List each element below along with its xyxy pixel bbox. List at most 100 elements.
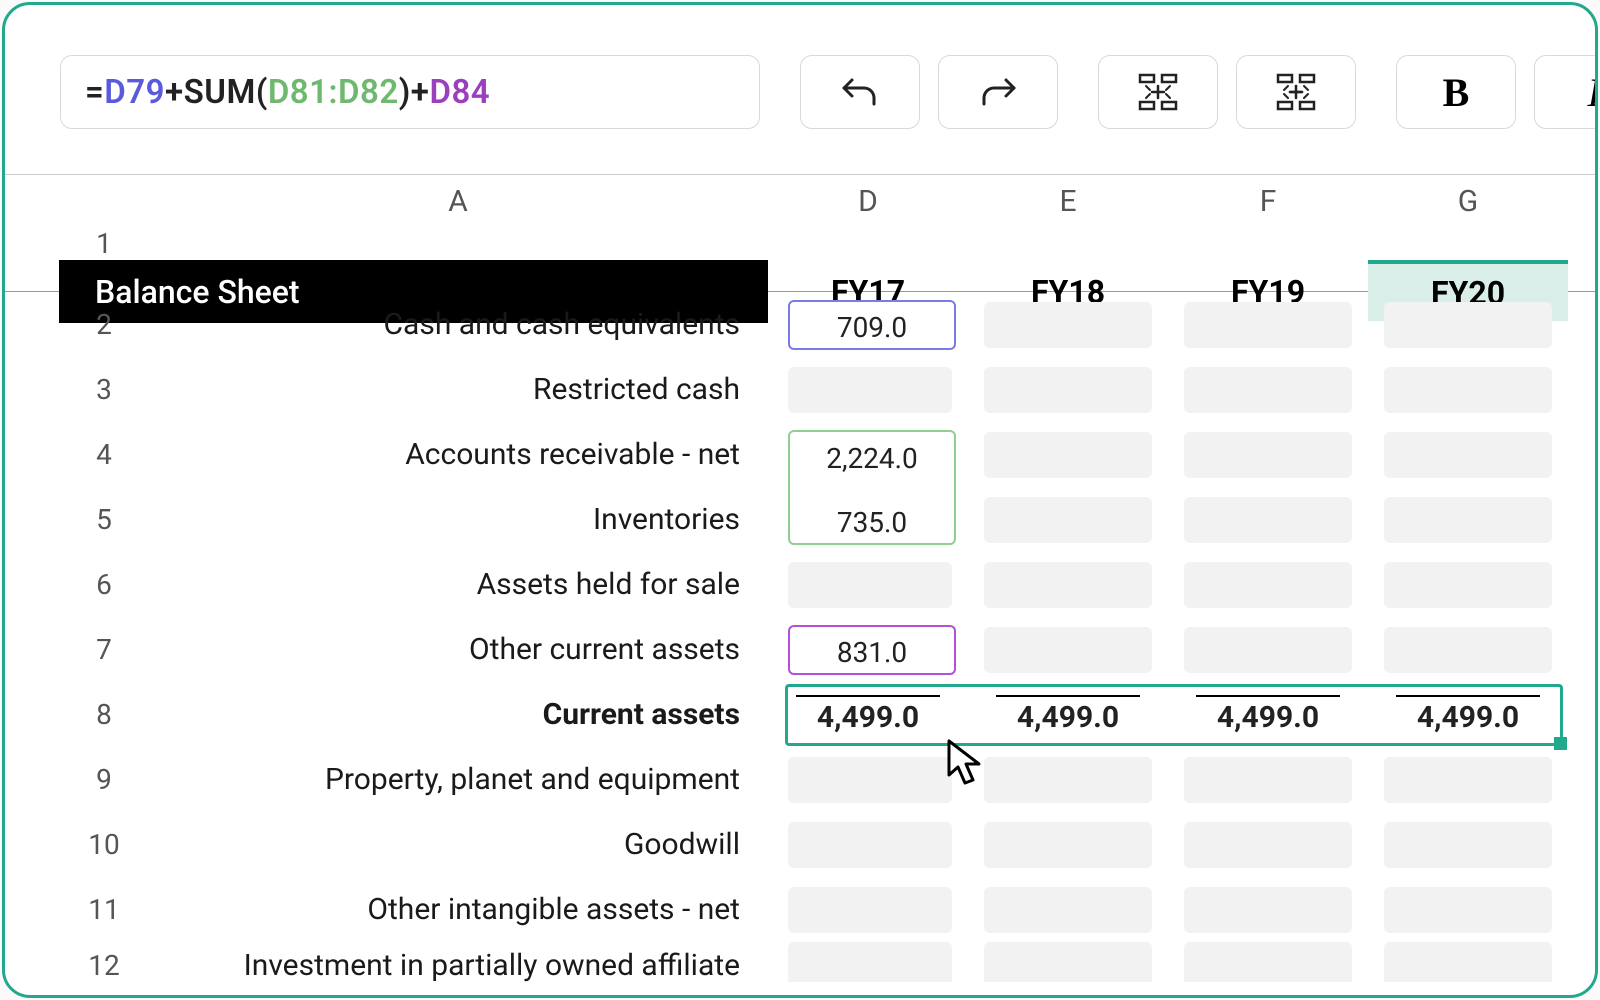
cell-e3[interactable] — [984, 367, 1152, 413]
cell-f5[interactable] — [1184, 497, 1352, 543]
label-investment[interactable]: Investment in partially owned affiliate — [148, 948, 768, 983]
formula-close-paren: ) — [399, 73, 411, 112]
cell-d8[interactable]: 4,499.0 — [796, 695, 940, 735]
row-5: 5 Inventories — [5, 487, 1595, 552]
rows-container: 1 Balance Sheet FY17 FY18 FY19 FY20 2 Ca… — [5, 227, 1595, 982]
col-header-d[interactable]: D — [768, 184, 968, 219]
undo-button[interactable] — [800, 55, 920, 129]
rownum-5[interactable]: 5 — [60, 503, 148, 536]
rownum-8[interactable]: 8 — [60, 698, 148, 731]
cell-d6[interactable] — [788, 562, 952, 608]
row-12: 12 Investment in partially owned affilia… — [5, 942, 1595, 982]
cell-g10[interactable] — [1384, 822, 1552, 868]
label-cash[interactable]: Cash and cash equivalents — [148, 307, 768, 342]
rownum-4[interactable]: 4 — [60, 438, 148, 471]
cell-g3[interactable] — [1384, 367, 1552, 413]
cell-d4[interactable] — [788, 432, 952, 478]
cell-f2[interactable] — [1184, 302, 1352, 348]
cell-e12[interactable] — [984, 942, 1152, 982]
rownum-11[interactable]: 11 — [60, 893, 148, 926]
cell-g2[interactable] — [1384, 302, 1552, 348]
cell-f6[interactable] — [1184, 562, 1352, 608]
cell-d9[interactable] — [788, 757, 952, 803]
bold-button[interactable]: B — [1396, 55, 1516, 129]
remove-cells-button[interactable] — [1236, 55, 1356, 129]
cell-g7[interactable] — [1384, 627, 1552, 673]
col-header-f[interactable]: F — [1168, 184, 1368, 219]
label-ppe[interactable]: Property, planet and equipment — [148, 762, 768, 797]
cell-g11[interactable] — [1384, 887, 1552, 933]
toolbar: = D79 + SUM ( D81 : D82 ) + D84 — [5, 5, 1595, 154]
cell-e7[interactable] — [984, 627, 1152, 673]
cell-g12[interactable] — [1384, 942, 1552, 982]
label-restricted[interactable]: Restricted cash — [148, 372, 768, 407]
cell-g4[interactable] — [1384, 432, 1552, 478]
cell-g5[interactable] — [1384, 497, 1552, 543]
insert-cells-icon — [1136, 72, 1180, 112]
formula-bar[interactable]: = D79 + SUM ( D81 : D82 ) + D84 — [60, 55, 760, 129]
formula-ref-d81: D81 — [268, 73, 329, 112]
cell-g8[interactable]: 4,499.0 — [1396, 695, 1540, 735]
rownum-6[interactable]: 6 — [60, 568, 148, 601]
cell-e10[interactable] — [984, 822, 1152, 868]
cell-e2[interactable] — [984, 302, 1152, 348]
cell-e6[interactable] — [984, 562, 1152, 608]
cell-f11[interactable] — [1184, 887, 1352, 933]
cell-f9[interactable] — [1184, 757, 1352, 803]
formula-eq: = — [85, 73, 104, 112]
row-10: 10 Goodwill — [5, 812, 1595, 877]
col-header-g[interactable]: G — [1368, 184, 1568, 219]
rownum-10[interactable]: 10 — [60, 828, 148, 861]
cell-f4[interactable] — [1184, 432, 1352, 478]
rownum-12[interactable]: 12 — [60, 949, 148, 982]
rownum-1[interactable]: 1 — [60, 227, 148, 260]
redo-button[interactable] — [938, 55, 1058, 129]
label-other-current[interactable]: Other current assets — [148, 632, 768, 667]
rownum-3[interactable]: 3 — [60, 373, 148, 406]
row-11: 11 Other intangible assets - net — [5, 877, 1595, 942]
label-intangible[interactable]: Other intangible assets - net — [148, 892, 768, 927]
formula-ref-d82: D82 — [338, 73, 399, 112]
label-goodwill[interactable]: Goodwill — [148, 827, 768, 862]
cell-f12[interactable] — [1184, 942, 1352, 982]
cell-e8[interactable]: 4,499.0 — [996, 695, 1140, 735]
cell-g6[interactable] — [1384, 562, 1552, 608]
cell-f8[interactable]: 4,499.0 — [1196, 695, 1340, 735]
italic-button[interactable]: I — [1534, 55, 1595, 129]
cell-d7[interactable] — [788, 627, 952, 673]
label-ar[interactable]: Accounts receivable - net — [148, 437, 768, 472]
cell-e5[interactable] — [984, 497, 1152, 543]
cell-e9[interactable] — [984, 757, 1152, 803]
row-1: 1 Balance Sheet FY17 FY18 FY19 FY20 — [5, 227, 1595, 292]
undo-icon — [840, 74, 880, 110]
cell-e11[interactable] — [984, 887, 1152, 933]
cell-g9[interactable] — [1384, 757, 1552, 803]
col-header-e[interactable]: E — [968, 184, 1168, 219]
cell-e4[interactable] — [984, 432, 1152, 478]
cell-f3[interactable] — [1184, 367, 1352, 413]
formula-open-paren: ( — [256, 73, 268, 112]
spreadsheet-grid[interactable]: A D E F G 1 Balance Sheet FY17 FY18 FY19… — [5, 174, 1595, 982]
rownum-9[interactable]: 9 — [60, 763, 148, 796]
cell-d12[interactable] — [788, 942, 952, 982]
rownum-7[interactable]: 7 — [60, 633, 148, 666]
cell-d3[interactable] — [788, 367, 952, 413]
rownum-2[interactable]: 2 — [60, 308, 148, 341]
cell-d2[interactable] — [788, 302, 952, 348]
label-current-assets[interactable]: Current assets — [148, 697, 768, 732]
formula-colon: : — [329, 73, 339, 112]
cell-f10[interactable] — [1184, 822, 1352, 868]
insert-cells-button[interactable] — [1098, 55, 1218, 129]
cell-f7[interactable] — [1184, 627, 1352, 673]
cell-d11[interactable] — [788, 887, 952, 933]
label-inv[interactable]: Inventories — [148, 502, 768, 537]
col-header-a[interactable]: A — [148, 184, 768, 219]
column-headers-row: A D E F G — [5, 175, 1595, 227]
label-held[interactable]: Assets held for sale — [148, 567, 768, 602]
row-6: 6 Assets held for sale — [5, 552, 1595, 617]
formula-ref-d79: D79 — [104, 73, 165, 112]
cell-d10[interactable] — [788, 822, 952, 868]
row-9: 9 Property, planet and equipment — [5, 747, 1595, 812]
italic-label: I — [1587, 69, 1595, 116]
cell-d5[interactable] — [788, 497, 952, 543]
